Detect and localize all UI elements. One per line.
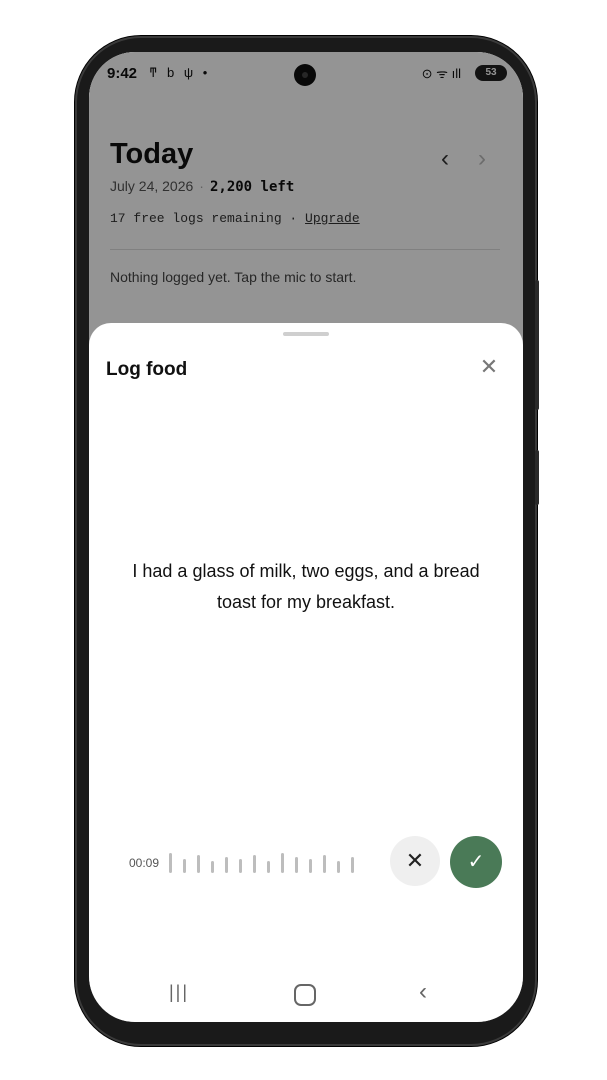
- waveform-bar: [253, 855, 256, 873]
- waveform-bar: [295, 857, 298, 873]
- cancel-recording-button[interactable]: ✕: [390, 836, 440, 886]
- log-food-sheet: Log food ✕ I had a glass of milk, two eg…: [89, 323, 523, 1022]
- confirm-recording-button[interactable]: ✓: [450, 836, 502, 888]
- waveform-bar: [351, 857, 354, 873]
- recording-timer: 00:09: [129, 856, 160, 870]
- close-icon[interactable]: ✕: [477, 355, 501, 379]
- waveform-bar: [309, 859, 312, 873]
- waveform-bar: [337, 861, 340, 873]
- waveform-bar: [323, 855, 326, 873]
- sheet-drag-handle[interactable]: [283, 332, 329, 336]
- waveform-bar: [239, 859, 242, 873]
- waveform-bar: [281, 853, 284, 873]
- waveform-bar: [183, 859, 186, 873]
- sheet-title: Log food: [106, 359, 188, 380]
- back-icon[interactable]: ‹: [419, 978, 427, 1006]
- home-icon[interactable]: [294, 984, 316, 1006]
- recents-icon[interactable]: |||: [169, 982, 189, 1003]
- waveform-bar: [225, 857, 228, 873]
- volume-button: [535, 450, 539, 505]
- waveform-bar: [197, 855, 200, 873]
- waveform-bar: [211, 861, 214, 873]
- waveform-bar: [169, 853, 172, 873]
- audio-waveform: [169, 851, 379, 873]
- screen: 9:42 ͳ b ψ • ⊙ ᯤ ıll 53 Today ‹ › July 2…: [89, 52, 523, 1022]
- transcript-text: I had a glass of milk, two eggs, and a b…: [132, 561, 480, 612]
- waveform-bar: [267, 861, 270, 873]
- power-button: [535, 280, 539, 410]
